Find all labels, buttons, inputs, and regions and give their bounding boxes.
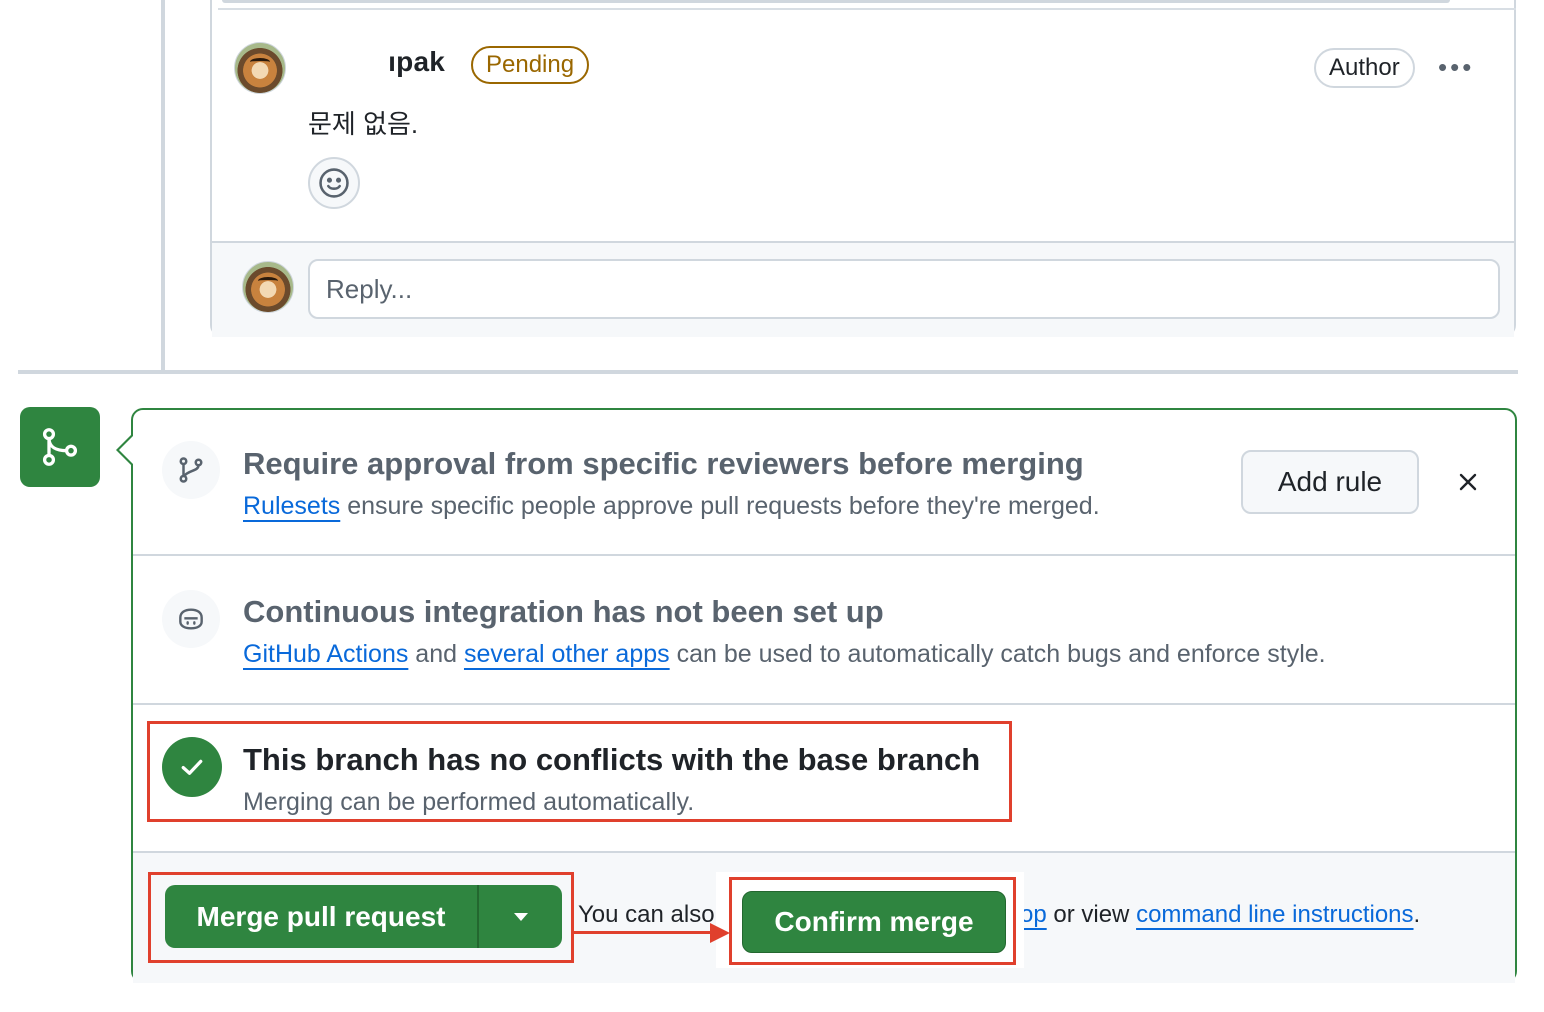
open-with-text: You can also	[578, 901, 715, 928]
open-with-link[interactable]: op	[1020, 901, 1047, 928]
current-user-avatar	[242, 261, 294, 313]
add-rule-button[interactable]: Add rule	[1241, 450, 1419, 514]
other-apps-link[interactable]: several other apps	[464, 640, 670, 668]
more-options-icon[interactable]: •••	[1438, 52, 1474, 83]
ci-description: GitHub Actions and several other apps ca…	[243, 640, 1326, 669]
card-top-divider	[218, 8, 1516, 10]
pending-badge: Pending	[471, 46, 590, 84]
approval-rule-title: Require approval from specific reviewers…	[243, 446, 1084, 481]
ci-icon-circle	[162, 590, 220, 648]
row-divider	[133, 703, 1515, 705]
author-badge: Author	[1314, 48, 1415, 88]
row-divider	[133, 554, 1515, 556]
branch-icon-circle	[162, 441, 220, 499]
footer-links-text: op or view command line instructions.	[1020, 901, 1420, 929]
timeline-end-divider	[18, 370, 1518, 374]
comment-body: 문제 없음.	[308, 109, 419, 139]
annotation-highlight-merge-button	[148, 872, 574, 963]
comment-author-name[interactable]: ▄▄▄▄ıpak	[308, 46, 445, 78]
git-merge-icon	[42, 428, 78, 466]
git-branch-icon	[179, 457, 203, 483]
smiley-icon	[319, 168, 349, 198]
ci-title: Continuous integration has not been set …	[243, 594, 884, 629]
redacted-name-part: ▄▄▄▄	[308, 46, 389, 77]
dismiss-button[interactable]	[1450, 464, 1486, 500]
add-reaction-button[interactable]	[308, 157, 360, 209]
ci-desc-text: can be used to automatically catch bugs …	[669, 640, 1326, 668]
annotation-arrow-head	[710, 923, 730, 943]
annotation-highlight-conflicts	[147, 721, 1012, 822]
rulesets-link[interactable]: Rulesets	[243, 492, 340, 520]
reply-input[interactable]	[308, 259, 1500, 319]
annotation-arrow-line	[572, 931, 714, 934]
merge-box-pointer-fill	[119, 436, 133, 464]
or-view-text: or view	[1046, 901, 1137, 928]
command-line-instructions-link[interactable]: command line instructions	[1136, 901, 1413, 928]
timeline-line	[161, 0, 165, 372]
approval-desc-text: ensure specific people approve pull requ…	[340, 492, 1100, 520]
merge-status-badge	[20, 407, 100, 487]
previous-item-edge	[222, 0, 1450, 3]
approval-rule-description: Rulesets ensure specific people approve …	[243, 492, 1100, 521]
annotation-highlight-confirm	[729, 877, 1016, 965]
copilot-robot-icon	[179, 608, 203, 630]
username-text: ıpak	[388, 46, 445, 77]
period-text: .	[1413, 901, 1421, 928]
github-actions-link[interactable]: GitHub Actions	[243, 640, 408, 668]
ci-and-text: and	[408, 640, 464, 668]
avatar[interactable]	[234, 42, 286, 94]
close-icon	[1459, 473, 1477, 491]
